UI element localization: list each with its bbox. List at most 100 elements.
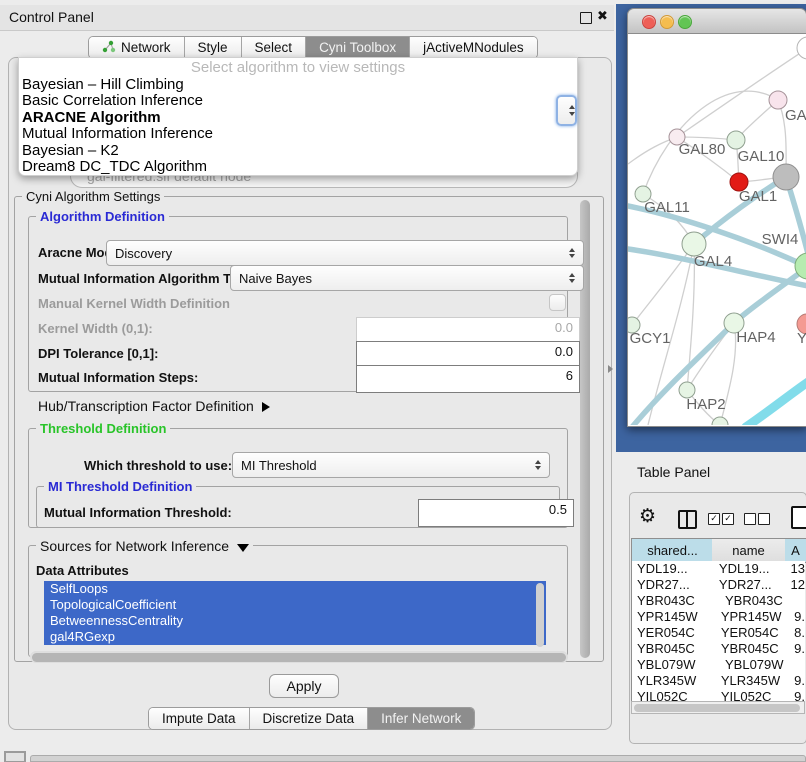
algorithm-option-bayesian-k2[interactable]: Bayesian – K2 (19, 143, 577, 159)
column-header-partial[interactable]: A (785, 538, 806, 563)
deselect-all-icon[interactable] (744, 513, 756, 525)
tab-select[interactable]: Select (242, 37, 307, 58)
stepper-icon (569, 248, 575, 259)
network-canvas[interactable]: GALGAL80GAL10GAL1GAL11SWI4GAL4GCY1HAP4YH… (628, 34, 806, 425)
attribute-item-topologicalcoefficient[interactable]: TopologicalCoefficient (44, 597, 546, 613)
table-cell: YIL052C (714, 689, 789, 701)
table-row[interactable]: YLR345WYLR345W9. (632, 673, 805, 689)
algorithm-option-basic-correlation-inference[interactable]: Basic Correlation Inference (19, 93, 577, 109)
table-cell: YLR345W (632, 673, 714, 689)
table-row[interactable]: YDL19...YDL19...13 (632, 561, 805, 577)
which-threshold-combo[interactable]: MI Threshold (232, 452, 550, 478)
node-label-swi4: SWI4 (762, 231, 799, 248)
float-window-icon[interactable] (580, 12, 592, 24)
attribute-item-gal4rgexp[interactable]: gal4RGexp (44, 629, 546, 645)
minimize-traffic-light[interactable] (660, 15, 674, 29)
network-node[interactable] (727, 131, 745, 149)
mi-type-value: Naive Bayes (239, 271, 312, 286)
close-icon[interactable]: ✖ (597, 8, 608, 24)
select-all-checked-icon[interactable]: ✓ (722, 513, 734, 525)
attribute-item-betweennesscentrality[interactable]: BetweennessCentrality (44, 613, 546, 629)
column-header-name[interactable]: name (712, 538, 786, 563)
network-node[interactable] (797, 37, 806, 59)
sources-group-title: Sources for Network Inference (40, 538, 229, 554)
table-cell: 9. (789, 609, 805, 625)
tab-discretize-data[interactable]: Discretize Data (250, 708, 369, 729)
apply-button[interactable]: Apply (269, 674, 339, 698)
zoom-traffic-light[interactable] (678, 15, 692, 29)
tab-label: Cyni Toolbox (319, 40, 396, 55)
aracne-mode-value: Discovery (115, 246, 172, 261)
table-cell: YBL079W (632, 657, 718, 673)
network-node[interactable] (712, 417, 728, 425)
tab-label: Infer Network (381, 711, 461, 726)
document-icon[interactable] (791, 506, 806, 529)
table-settings-gear-icon[interactable]: ⚙ (639, 505, 656, 528)
table-row[interactable]: YBR045CYBR045C9. (632, 641, 805, 657)
expand-right-icon (262, 402, 270, 412)
column-layout-icon[interactable] (678, 510, 697, 529)
node-table[interactable]: YDL19...YDL19...13YDR27...YDR27...12YBR0… (631, 561, 805, 701)
table-row[interactable]: YBR043CYBR043C (632, 593, 805, 609)
data-attributes-list: SelfLoopsTopologicalCoefficientBetweenne… (44, 581, 546, 649)
bottom-window-edge (30, 755, 806, 762)
tab-label: Select (255, 40, 293, 55)
tab-network[interactable]: Network (89, 37, 185, 58)
tab-style[interactable]: Style (185, 37, 242, 58)
tab-impute-data[interactable]: Impute Data (149, 708, 250, 729)
mi-type-combo[interactable]: Naive Bayes (230, 265, 584, 291)
tab-label: Impute Data (162, 711, 236, 726)
table-row[interactable]: YIL052CYIL052C9. (632, 689, 805, 701)
table-cell: 9. (789, 673, 805, 689)
dropdown-items: Bayesian – Hill ClimbingBasic Correlatio… (19, 77, 577, 175)
deselect-all-icon[interactable] (758, 513, 770, 525)
horizontal-scroll-thumb[interactable] (32, 653, 566, 662)
hub-definition-toggle[interactable]: Hub/Transcription Factor Definition (38, 398, 270, 414)
tab-label: Style (198, 40, 228, 55)
splitter-collapse-arrow[interactable] (608, 365, 613, 373)
table-cell: YDR27... (712, 577, 786, 593)
algorithm-option-dream8-dc-tdc-algorithm[interactable]: Dream8 DC_TDC Algorithm (19, 159, 577, 175)
dropdown-prompt: Select algorithm to view settings (19, 58, 577, 77)
close-traffic-light[interactable] (642, 15, 656, 29)
algorithm-definition-title: Algorithm Definition (36, 209, 169, 224)
table-cell: YIL052C (632, 689, 714, 701)
manual-kernel-checkbox[interactable] (549, 294, 566, 311)
table-horizontal-scrollbar[interactable] (631, 701, 805, 714)
algorithm-option-aracne-algorithm[interactable]: ARACNE Algorithm (19, 110, 577, 126)
table-scroll-thumb[interactable] (634, 704, 800, 712)
algorithm-combo-stepper[interactable] (556, 95, 577, 126)
tab-cyni-toolbox[interactable]: Cyni Toolbox (306, 37, 410, 58)
table-cell: YDL19... (712, 561, 786, 577)
settings-horizontal-scrollbar[interactable] (30, 651, 568, 663)
table-row[interactable]: YBL079WYBL079W (632, 657, 805, 673)
table-cell: 8. (789, 625, 805, 641)
table-panel-title: Table Panel (637, 464, 710, 480)
manual-kernel-label: Manual Kernel Width Definition (38, 296, 230, 311)
cyni-bottom-tabs: Impute Data Discretize Data Infer Network (148, 707, 475, 730)
select-all-checked-icon[interactable]: ✓ (708, 513, 720, 525)
table-row[interactable]: YDR27...YDR27...12 (632, 577, 805, 593)
control-panel-titlebar: Control Panel ✖ (0, 5, 614, 31)
table-row[interactable]: YER054CYER054C8. (632, 625, 805, 641)
kernel-width-field[interactable]: 0.0 (356, 317, 580, 344)
node-label-hap4: HAP4 (736, 329, 775, 346)
expand-down-icon (237, 544, 249, 552)
mi-threshold-field[interactable]: 0.5 (418, 499, 574, 527)
algorithm-option-bayesian-hill-climbing[interactable]: Bayesian – Hill Climbing (19, 77, 577, 93)
table-cell: YDR27... (632, 577, 712, 593)
tab-infer-network[interactable]: Infer Network (368, 708, 474, 729)
column-header-shared-name[interactable]: shared... (631, 538, 714, 563)
algorithm-option-mutual-information-inference[interactable]: Mutual Information Inference (19, 126, 577, 142)
table-cell: 9. (789, 641, 805, 657)
sources-group-toggle[interactable]: Sources for Network Inference (36, 538, 253, 554)
tab-jactivemnodules[interactable]: jActiveMNodules (410, 37, 537, 58)
attribute-item-selfloops[interactable]: SelfLoops (44, 581, 546, 597)
table-cell: YBR043C (632, 593, 718, 609)
mi-steps-field[interactable]: 6 (356, 365, 580, 393)
attributes-list-scrollbar[interactable] (536, 583, 544, 647)
node-label-gal4: GAL4 (694, 253, 732, 270)
table-row[interactable]: YPR145WYPR145W9. (632, 609, 805, 625)
network-node[interactable] (773, 164, 799, 190)
aracne-mode-combo[interactable]: Discovery (106, 240, 584, 266)
